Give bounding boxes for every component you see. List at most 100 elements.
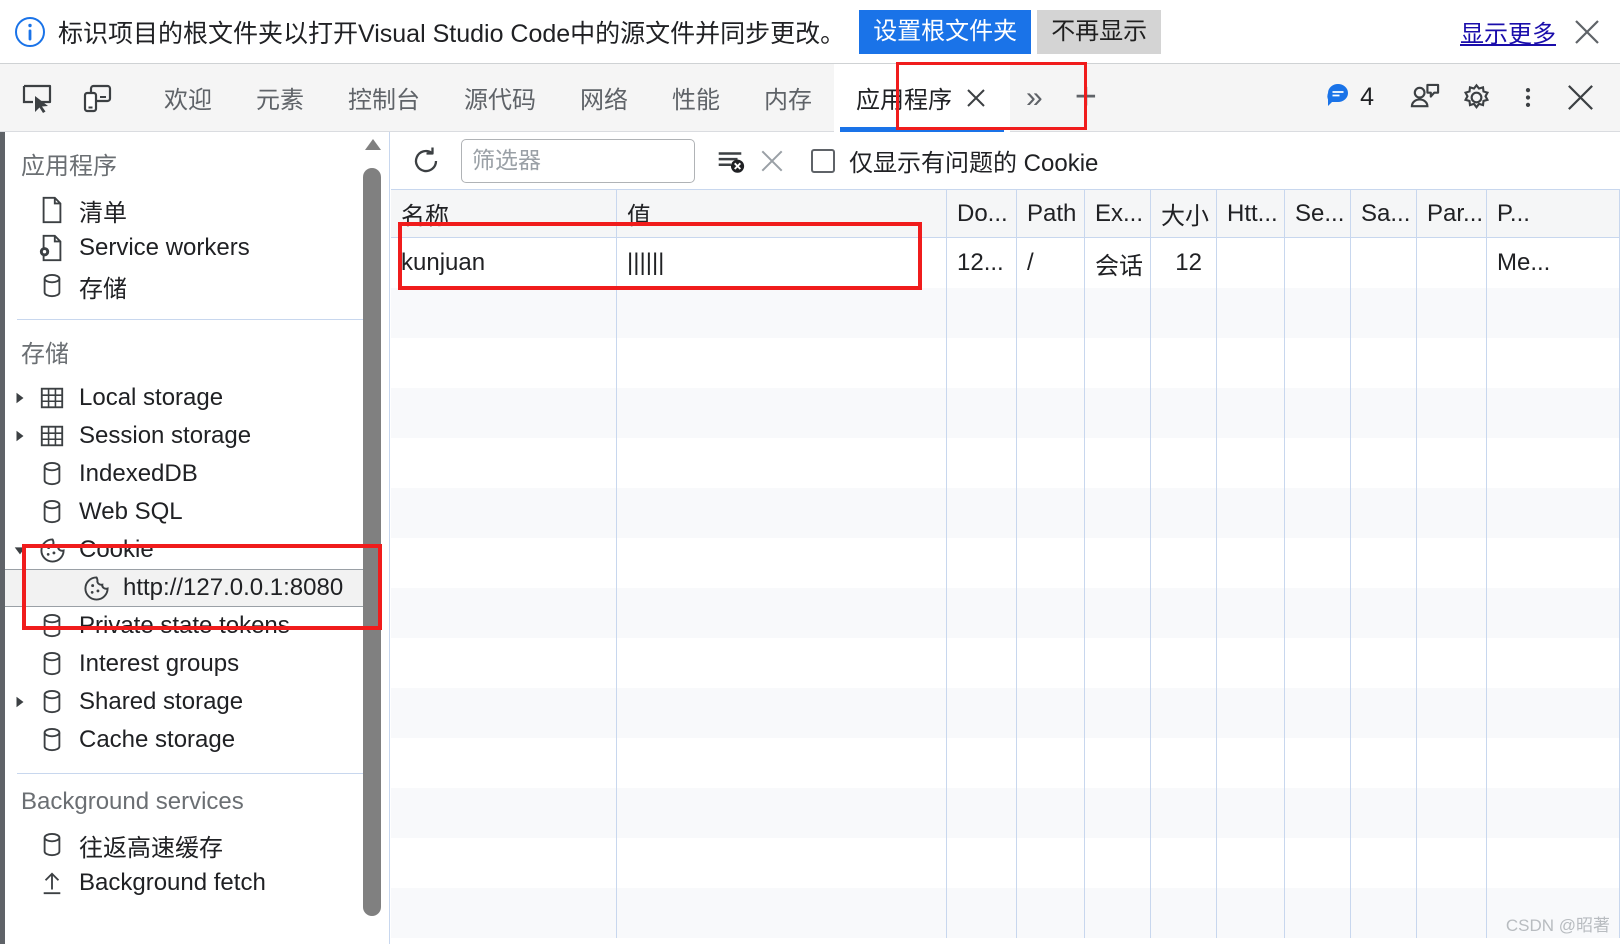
tab-performance[interactable]: 性能	[650, 64, 742, 132]
column-header-size[interactable]: 大小	[1151, 190, 1217, 237]
inspect-element-icon[interactable]	[14, 75, 60, 121]
table-empty-rows	[391, 288, 1620, 938]
column-header-path[interactable]: Path	[1017, 190, 1085, 237]
search-input[interactable]	[472, 147, 684, 174]
cell-secure	[1285, 738, 1351, 788]
plus-icon[interactable]: +	[1075, 76, 1097, 119]
kebab-menu-icon[interactable]	[1502, 75, 1554, 121]
cell-expires	[1085, 638, 1151, 688]
cell-secure	[1285, 338, 1351, 388]
column-header-value[interactable]: 值	[617, 190, 947, 237]
column-header-httponly[interactable]: Htt...	[1217, 190, 1285, 237]
show-more-link[interactable]: 显示更多	[1460, 14, 1556, 49]
sidebar-item-cache-storage[interactable]: Cache storage	[5, 721, 365, 759]
cell-samesite	[1351, 488, 1417, 538]
cookies-toolbar: 仅显示有问题的 Cookie	[391, 132, 1620, 190]
tab-close-icon[interactable]	[964, 86, 988, 110]
cell-name	[391, 588, 617, 638]
chevron-down-icon[interactable]	[9, 543, 31, 557]
clear-all-cookies-icon[interactable]	[751, 140, 793, 182]
chevron-right-icon[interactable]	[9, 429, 31, 443]
chevron-right-icon[interactable]	[9, 695, 31, 709]
table-row[interactable]: kunjuan |||||| 12... / 会话 12 Me...	[391, 238, 1620, 288]
table-empty-row[interactable]	[391, 388, 1620, 438]
table-empty-row[interactable]	[391, 588, 1620, 638]
table-empty-row[interactable]	[391, 838, 1620, 888]
sidebar-item-manifest[interactable]: 清单	[5, 191, 365, 229]
infobar: 标识项目的根文件夹以打开Visual Studio Code中的源文件并同步更改…	[0, 0, 1620, 64]
tab-console[interactable]: 控制台	[326, 64, 442, 132]
tab-elements[interactable]: 元素	[234, 64, 326, 132]
tab-memory[interactable]: 内存	[742, 64, 834, 132]
filter-box[interactable]	[461, 138, 695, 183]
table-empty-row[interactable]	[391, 288, 1620, 338]
column-header-samesite[interactable]: Sa...	[1351, 190, 1417, 237]
cell-httponly	[1217, 438, 1285, 488]
tab-application[interactable]: 应用程序	[834, 63, 1010, 132]
cell-secure	[1285, 488, 1351, 538]
close-icon[interactable]	[1572, 17, 1602, 47]
clear-filter-icon[interactable]	[709, 140, 751, 182]
sidebar-item-web-sql[interactable]: Web SQL	[5, 493, 365, 531]
cell-secure	[1285, 438, 1351, 488]
table-empty-row[interactable]	[391, 538, 1620, 588]
sidebar-item-service-workers[interactable]: Service workers	[5, 229, 365, 267]
tab-welcome[interactable]: 欢迎	[142, 64, 234, 132]
table-empty-row[interactable]	[391, 488, 1620, 538]
column-header-expires[interactable]: Ex...	[1085, 190, 1151, 237]
upload-icon	[37, 869, 67, 897]
cell-httponly	[1217, 788, 1285, 838]
cell-path	[1017, 688, 1085, 738]
sidebar-item-storage[interactable]: 存储	[5, 267, 365, 305]
cell-samesite	[1351, 288, 1417, 338]
sidebar-item-session-storage[interactable]: Session storage	[5, 417, 365, 455]
dont-show-again-button[interactable]: 不再显示	[1037, 9, 1162, 54]
table-empty-row[interactable]	[391, 688, 1620, 738]
issues-message-icon	[1325, 82, 1351, 113]
close-devtools-icon[interactable]	[1554, 75, 1606, 121]
column-header-priority[interactable]: P...	[1487, 190, 1620, 237]
chevron-right-icon[interactable]	[9, 391, 31, 405]
tab-sources[interactable]: 源代码	[442, 64, 558, 132]
chevron-double-right-icon[interactable]: »	[1016, 81, 1053, 115]
gear-icon[interactable]	[1450, 75, 1502, 121]
sidebar-scrollbar[interactable]	[363, 132, 383, 944]
sidebar-item-shared-storage[interactable]: Shared storage	[5, 683, 365, 721]
device-toolbar-icon[interactable]	[74, 75, 120, 121]
only-problematic-cookies-toggle[interactable]: 仅显示有问题的 Cookie	[811, 143, 1098, 178]
cell-partition	[1417, 788, 1487, 838]
tab-network[interactable]: 网络	[558, 64, 650, 132]
scroll-up-arrow-icon[interactable]	[364, 138, 382, 157]
cell-partition	[1417, 538, 1487, 588]
table-empty-row[interactable]	[391, 738, 1620, 788]
panel-tabs: 欢迎 元素 控制台 源代码 网络 性能 内存 应用程序	[142, 63, 1010, 132]
table-empty-row[interactable]	[391, 788, 1620, 838]
cell-expires	[1085, 488, 1151, 538]
table-empty-row[interactable]	[391, 888, 1620, 938]
cell-domain	[947, 438, 1017, 488]
sidebar-item-indexeddb[interactable]: IndexedDB	[5, 455, 365, 493]
sidebar-item-cookie[interactable]: Cookie	[5, 531, 365, 569]
set-root-folder-button[interactable]: 设置根文件夹	[859, 9, 1032, 54]
sidebar-item-local-storage[interactable]: Local storage	[5, 379, 365, 417]
column-header-secure[interactable]: Se...	[1285, 190, 1351, 237]
table-empty-row[interactable]	[391, 638, 1620, 688]
sidebar-item-interest-groups[interactable]: Interest groups	[5, 645, 365, 683]
table-empty-row[interactable]	[391, 438, 1620, 488]
sidebar-item-back-forward-cache[interactable]: 往返高速缓存	[5, 826, 365, 864]
cell-expires	[1085, 588, 1151, 638]
sidebar-item-background-fetch[interactable]: Background fetch	[5, 864, 365, 902]
column-header-partition[interactable]: Par...	[1417, 190, 1487, 237]
column-header-name[interactable]: 名称	[391, 190, 617, 237]
refresh-icon[interactable]	[405, 140, 447, 182]
column-header-domain[interactable]: Do...	[947, 190, 1017, 237]
table-empty-row[interactable]	[391, 338, 1620, 388]
cell-domain	[947, 288, 1017, 338]
sidebar-item-cookie-origin[interactable]: http://127.0.0.1:8080	[5, 569, 365, 607]
sidebar-item-private-state-tokens[interactable]: Private state tokens	[5, 607, 365, 645]
scrollbar-thumb[interactable]	[363, 168, 381, 916]
cell-samesite	[1351, 688, 1417, 738]
feedback-icon[interactable]	[1398, 75, 1450, 121]
issues-button[interactable]: 4	[1325, 82, 1374, 113]
checkbox-icon[interactable]	[811, 148, 835, 173]
